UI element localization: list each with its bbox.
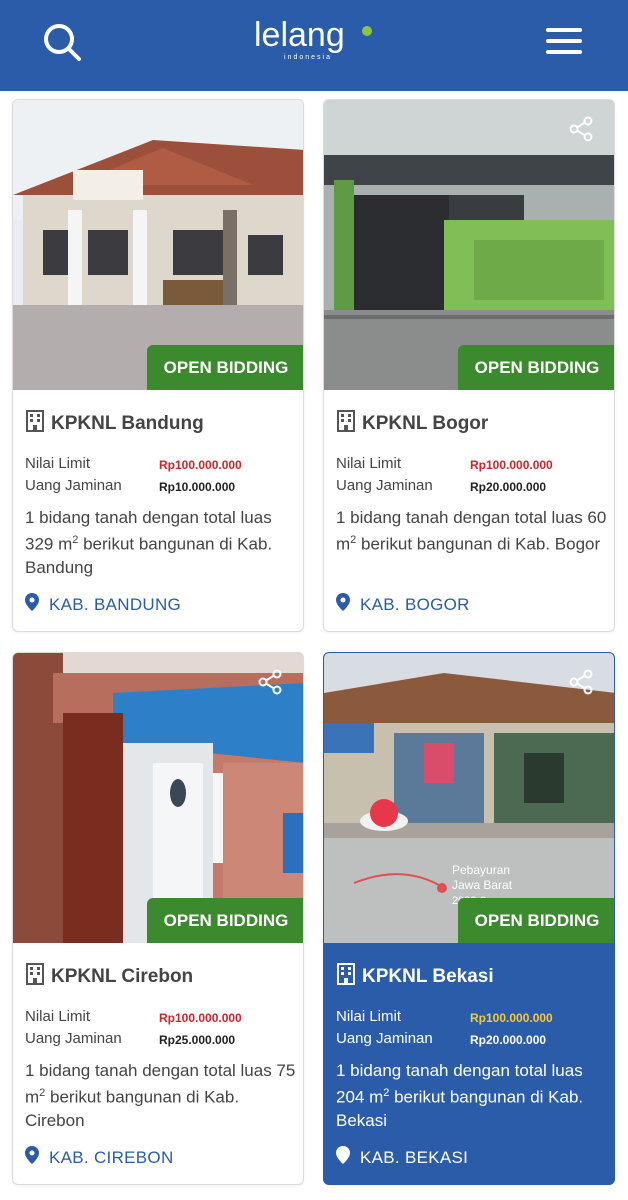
uang-jaminan-label: Uang Jaminan bbox=[336, 1030, 433, 1047]
listing-description: 1 bidang tanah dengan total luas 60 m2 b… bbox=[336, 506, 612, 556]
open-bidding-badge: OPEN BIDDING bbox=[147, 898, 303, 943]
nilai-limit-label: Nilai Limit bbox=[336, 1008, 402, 1025]
location-text: KAB. CIREBON bbox=[49, 1147, 174, 1167]
uang-jaminan-label: Uang Jaminan bbox=[336, 477, 433, 494]
location-text: KAB. BOGOR bbox=[360, 594, 470, 614]
listing-title: KPKNL Bandung bbox=[51, 412, 204, 434]
uang-jaminan-value: Rp10.000.000 bbox=[159, 480, 236, 494]
listing-title-row[interactable]: KPKNL Cirebon bbox=[25, 963, 193, 990]
listing-title: KPKNL Bogor bbox=[362, 412, 489, 434]
hamburger-line bbox=[546, 50, 582, 54]
share-icon[interactable] bbox=[257, 669, 283, 695]
hamburger-menu-icon bbox=[546, 28, 582, 32]
open-bidding-badge: OPEN BIDDING bbox=[458, 345, 614, 390]
listing-title-row[interactable]: KPKNL Bandung bbox=[25, 410, 204, 437]
listing-card[interactable]: OPEN BIDDING KPKNL Cirebon Nilai Limit Rp10… bbox=[12, 652, 304, 1185]
location-link[interactable]: KAB. CIREBON bbox=[25, 1146, 174, 1169]
uang-jaminan-value: Rp25.000.000 bbox=[159, 1033, 236, 1047]
listing-title-row[interactable]: KPKNL Bekasi bbox=[336, 963, 494, 990]
nilai-limit-value: Rp100.000.000 bbox=[470, 1011, 553, 1025]
building-icon bbox=[25, 963, 51, 990]
listing-title: KPKNL Cirebon bbox=[51, 965, 194, 987]
nilai-limit-label: Nilai Limit bbox=[25, 1008, 91, 1025]
nilai-limit-label: Nilai Limit bbox=[25, 455, 91, 472]
logo-text: lelang bbox=[254, 16, 345, 54]
logo-dot bbox=[362, 26, 372, 36]
search-icon bbox=[44, 24, 81, 61]
listing-title: KPKNL Bekasi bbox=[362, 965, 494, 987]
uang-jaminan-label: Uang Jaminan bbox=[25, 1030, 122, 1047]
location-pin-icon bbox=[336, 1146, 360, 1169]
photo-overlay-line1: Pebayuran bbox=[452, 863, 511, 877]
location-pin-icon bbox=[336, 593, 360, 616]
listing-card[interactable]: OPEN BIDDING KPKNL Bogor Nilai Limit Rp100.… bbox=[323, 99, 615, 632]
building-icon bbox=[25, 410, 51, 437]
open-bidding-badge: OPEN BIDDING bbox=[458, 898, 614, 943]
share-icon[interactable] bbox=[568, 669, 594, 695]
listing-description: 1 bidang tanah dengan total luas 75 m2 b… bbox=[25, 1059, 301, 1132]
uang-jaminan-value: Rp20.000.000 bbox=[470, 1033, 547, 1047]
property-photo[interactable]: OPEN BIDDING bbox=[13, 100, 303, 390]
location-link[interactable]: KAB. BANDUNG bbox=[25, 593, 181, 616]
nilai-limit-value: Rp100.000.000 bbox=[159, 458, 242, 472]
lelang-logo[interactable]: lelang indonesia bbox=[254, 18, 374, 68]
location-link[interactable]: KAB. BEKASI bbox=[336, 1146, 468, 1169]
photo-overlay-line2: Jawa Barat bbox=[452, 878, 513, 892]
app-header: lelang indonesia bbox=[0, 0, 628, 91]
description-text-end: berikut bangunan di Kab. Cirebon bbox=[25, 1087, 240, 1130]
building-icon bbox=[336, 963, 362, 990]
listing-description: 1 bidang tanah dengan total luas 204 m2 … bbox=[336, 1059, 612, 1132]
location-text: KAB. BEKASI bbox=[360, 1147, 469, 1167]
uang-jaminan-value: Rp20.000.000 bbox=[470, 480, 547, 494]
hamburger-line bbox=[546, 39, 582, 43]
uang-jaminan-label: Uang Jaminan bbox=[25, 477, 122, 494]
building-icon bbox=[336, 410, 362, 437]
location-pin-icon bbox=[25, 1146, 49, 1169]
listing-card[interactable]: OPEN BIDDING KPKNL Bandung Nilai Limit Rp10… bbox=[12, 99, 304, 632]
search-button[interactable] bbox=[42, 22, 82, 62]
description-text-end: berikut bangunan di Kab. Bogor bbox=[356, 534, 601, 554]
logo-subtext: indonesia bbox=[284, 54, 332, 61]
property-photo[interactable]: PebayuranJawa Barat2023-0OPEN BIDDING bbox=[324, 653, 614, 943]
listing-card[interactable]: PebayuranJawa Barat2023-0OPEN BIDDING KPK… bbox=[323, 652, 615, 1185]
share-icon[interactable] bbox=[568, 116, 594, 142]
hamburger-menu-button[interactable] bbox=[546, 28, 582, 56]
location-text: KAB. BANDUNG bbox=[49, 594, 182, 614]
nilai-limit-value: Rp100.000.000 bbox=[159, 1011, 242, 1025]
property-photo[interactable]: OPEN BIDDING bbox=[13, 653, 303, 943]
location-link[interactable]: KAB. BOGOR bbox=[336, 593, 470, 616]
location-pin-icon bbox=[25, 593, 49, 616]
nilai-limit-value: Rp100.000.000 bbox=[470, 458, 553, 472]
open-bidding-badge: OPEN BIDDING bbox=[147, 345, 303, 390]
listing-title-row[interactable]: KPKNL Bogor bbox=[336, 410, 488, 437]
listing-description: 1 bidang tanah dengan total luas 329 m2 … bbox=[25, 506, 301, 579]
property-photo[interactable]: OPEN BIDDING bbox=[324, 100, 614, 390]
nilai-limit-label: Nilai Limit bbox=[336, 455, 402, 472]
